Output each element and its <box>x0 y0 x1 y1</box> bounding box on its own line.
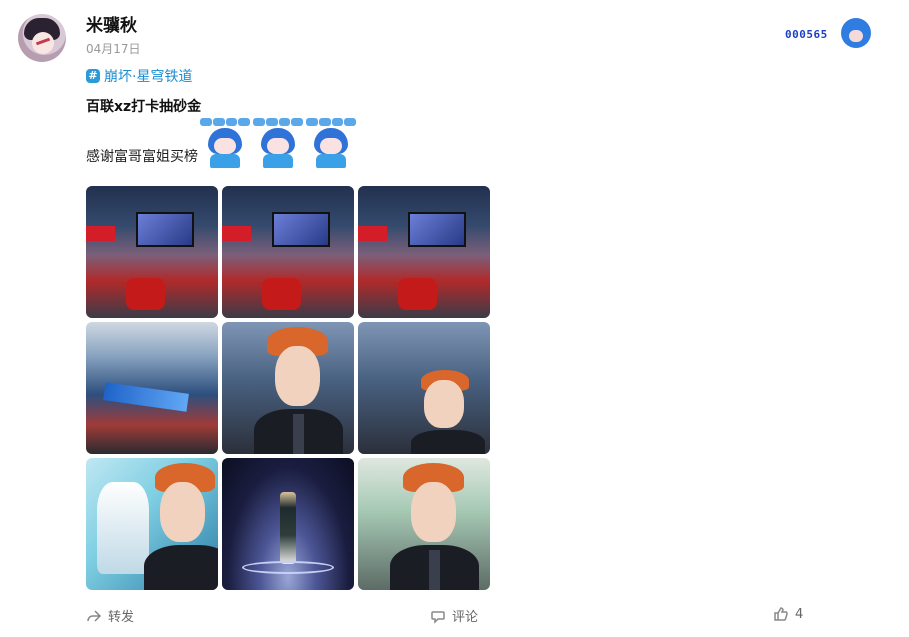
photo-thumbnail[interactable] <box>86 322 218 454</box>
badge-number: 000565 <box>785 28 828 41</box>
photo-thumbnail[interactable] <box>222 186 354 318</box>
topic-label: 崩坏·星穹铁道 <box>104 69 193 85</box>
photo-thumbnail[interactable] <box>86 186 218 318</box>
share-icon <box>87 609 102 622</box>
like-count: 4 <box>795 606 804 622</box>
photo-thumbnail[interactable] <box>358 322 490 454</box>
fan-badge[interactable]: 000565 <box>785 18 873 48</box>
sticker-emoji <box>253 118 303 168</box>
post-text: 感谢富哥富姐买榜 <box>86 149 198 165</box>
comment-label: 评论 <box>452 610 479 625</box>
share-button[interactable]: 转发 <box>86 606 134 625</box>
post-title: 百联xz打卡抽砂金 <box>86 99 202 115</box>
share-label: 转发 <box>108 610 135 625</box>
thumbs-up-icon <box>774 607 788 621</box>
sticker-emoji <box>200 118 250 168</box>
topic-tag[interactable]: # 崩坏·星穹铁道 <box>86 66 192 86</box>
post-body: 感谢富哥富姐买榜 <box>86 118 359 168</box>
username[interactable]: 米骥秋 <box>86 11 137 36</box>
comment-button[interactable]: 评论 <box>430 606 478 625</box>
photo-thumbnail[interactable] <box>222 458 354 590</box>
comment-icon <box>431 610 445 624</box>
image-grid <box>86 186 490 590</box>
photo-thumbnail[interactable] <box>358 186 490 318</box>
photo-thumbnail[interactable] <box>86 458 218 590</box>
post-date: 04月17日 <box>86 42 141 56</box>
photo-thumbnail[interactable] <box>222 322 354 454</box>
user-avatar[interactable] <box>18 14 66 62</box>
hashtag-icon: # <box>86 69 100 83</box>
badge-character-icon <box>841 18 871 48</box>
photo-thumbnail[interactable] <box>358 458 490 590</box>
like-button[interactable]: 4 <box>773 606 803 622</box>
sticker-emoji <box>306 118 356 168</box>
